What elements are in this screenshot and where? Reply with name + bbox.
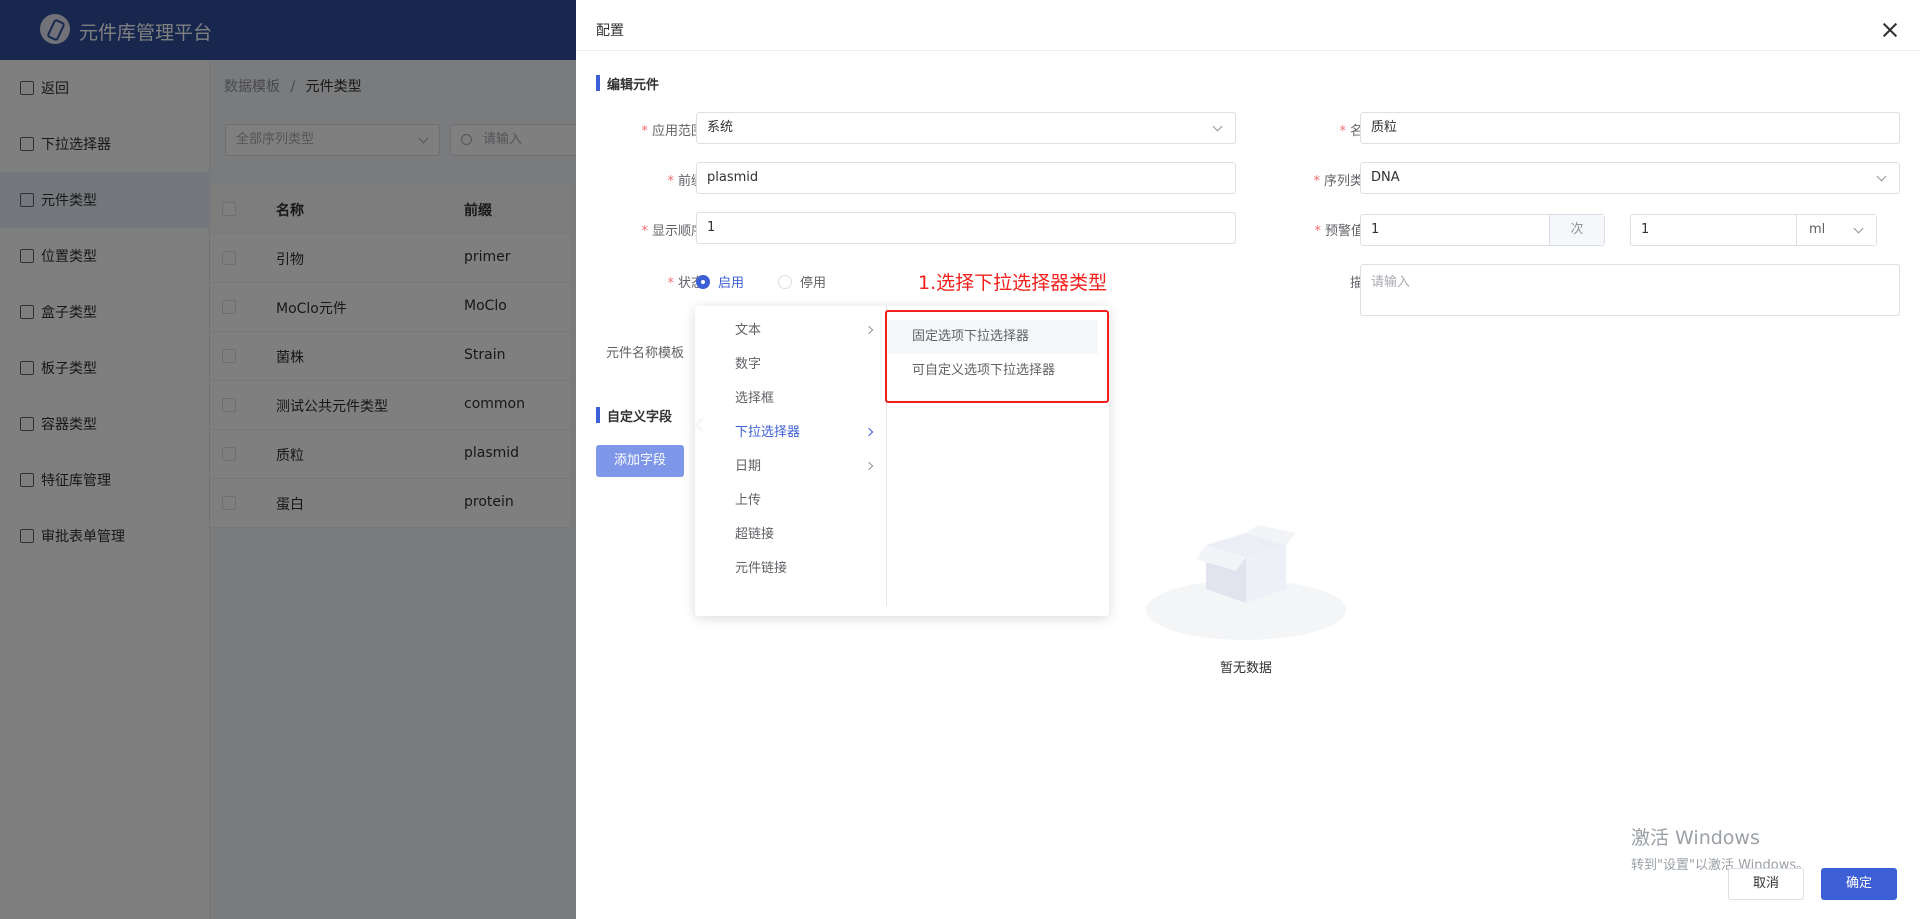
scope-label: * 应用范围 [641,124,704,139]
warning-unit-select[interactable]: ml [1796,215,1876,245]
warning-count-value: 1 [1371,222,1380,237]
warning-volume-value: 1 [1641,222,1650,237]
config-drawer: 配置 编辑元件 *应用范围 系统 *名称 质粒 *前缀 plasmid *序列类… [576,0,1920,919]
chevron-right-icon [864,461,874,471]
cascader-level1: 文本 数字 选择框 下拉选择器 日期 上传 超链接 元件链接 [695,306,887,606]
cascader-item-dropdown[interactable]: 下拉选择器 [695,416,886,450]
close-icon[interactable] [1880,20,1900,40]
annotation-text: 1.选择下拉选择器类型 [918,272,1108,294]
add-field-button[interactable]: 添加字段 [596,445,684,477]
radio-unchecked-icon [778,274,792,289]
cascader-item-text[interactable]: 文本 [695,314,886,348]
warning-label: *预警值? [1256,220,1376,239]
warning-count-unit: 次 [1549,215,1604,245]
order-input[interactable]: 1 [696,212,1236,244]
seq-type-select[interactable]: DNA [1360,162,1900,194]
section-title-custom: 自定义字段 [596,406,672,425]
cascader-item-date[interactable]: 日期 [695,450,886,484]
order-label: * 显示顺序 [641,224,704,239]
cascader-item-hyperlink[interactable]: 超链接 [695,518,886,552]
empty-box-icon [1196,525,1296,603]
confirm-button[interactable]: 确定 [1821,868,1897,900]
prefix-input[interactable]: plasmid [696,162,1236,194]
desc-textarea[interactable]: 请输入 [1360,264,1900,316]
cascader-item-upload[interactable]: 上传 [695,484,886,518]
chevron-right-icon [864,427,874,437]
desc-label: 描述 [1256,272,1376,291]
status-enabled-radio[interactable]: 启用 [696,272,744,291]
windows-activation-watermark: 激活 Windows 转到"设置"以激活 Windows。 [1631,827,1810,873]
prefix-label: * 前缀 [667,174,704,189]
chevron-right-icon [864,325,874,335]
scope-select[interactable]: 系统 [696,112,1236,144]
radio-checked-icon [696,274,710,289]
name-label: *名称 [1339,124,1376,139]
cancel-button[interactable]: 取消 [1728,868,1804,900]
warning-count-input[interactable]: 1次 [1360,214,1605,246]
name-input[interactable]: 质粒 [1360,112,1900,144]
cascader-item-number[interactable]: 数字 [695,348,886,382]
status-disabled-radio[interactable]: 停用 [778,272,826,291]
empty-text: 暂无数据 [1219,661,1272,676]
drawer-header: 配置 [576,0,1920,51]
empty-state: 暂无数据 [1146,480,1356,680]
drawer-title: 配置 [596,23,624,39]
section-title-edit: 编辑元件 [596,74,659,93]
cascader-item-checkbox[interactable]: 选择框 [695,382,886,416]
seq-type-label: * 序列类型 [1313,174,1376,189]
cascader-item-component-link[interactable]: 元件链接 [695,552,886,586]
annotation-highlight-box [885,310,1109,403]
name-template-label: 元件名称模板 [605,346,684,361]
warning-volume-input[interactable]: 1 ml [1630,214,1877,246]
status-label: * 状态 [667,276,704,291]
